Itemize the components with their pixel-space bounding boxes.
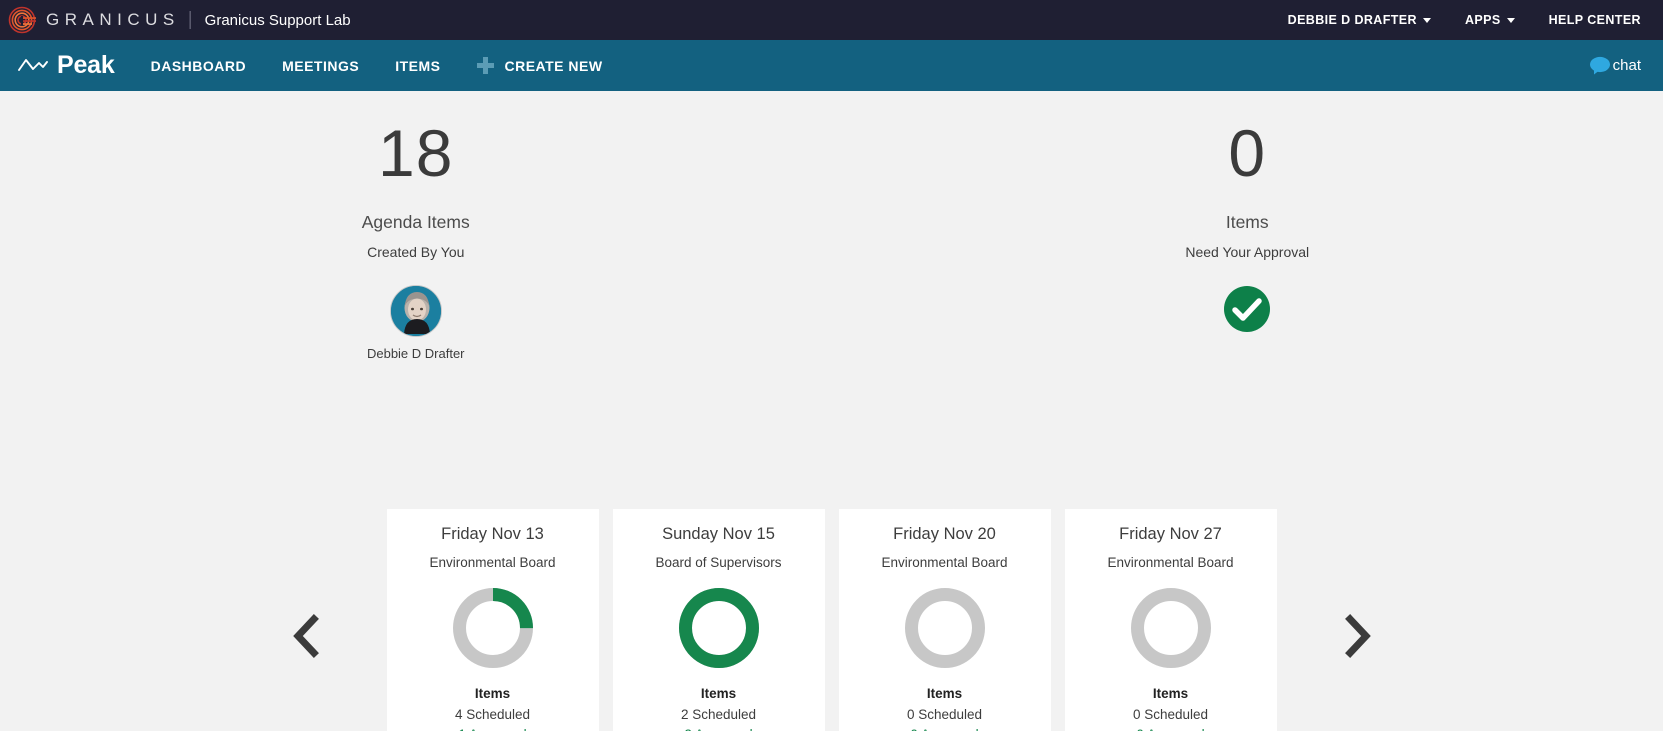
nav-item-create-new-label: CREATE NEW <box>504 57 603 74</box>
meeting-card[interactable]: Friday Nov 20 Environmental Board Items 0 S… <box>838 509 1051 731</box>
nav-item-items-label: ITEMS <box>395 57 441 74</box>
meeting-card-items-title: Items <box>700 686 737 701</box>
approval-donut-chart <box>1127 584 1215 672</box>
summary-stats: 18 Agenda Items Created By You Debbie D … <box>0 91 1663 361</box>
chat-label: chat <box>1612 57 1641 74</box>
meeting-card-scheduled: 2 Scheduled <box>680 707 757 722</box>
meeting-card-scheduled: 0 Scheduled <box>1132 707 1209 722</box>
stat-sublabel: Created By You <box>367 244 465 260</box>
dashboard-main: 18 Agenda Items Created By You Debbie D … <box>0 91 1663 731</box>
approval-donut-chart <box>675 584 763 672</box>
apps-menu[interactable]: APPS <box>1465 13 1515 27</box>
meeting-card-approved: 0 Approved <box>1136 727 1204 731</box>
peak-logo-text: Peak <box>57 51 115 79</box>
stat-items-need-approval: 0 Items Need Your Approval <box>832 120 1663 361</box>
stat-number: 0 <box>1228 116 1267 190</box>
brand-name: GRANICUS <box>46 10 180 29</box>
user-menu-debbie-d-drafter[interactable]: DEBBIE D DRAFTER <box>1288 13 1431 27</box>
chevron-down-icon <box>1422 17 1431 23</box>
brand: GRANICUS | Granicus Support Lab <box>8 5 351 35</box>
chevron-left-icon <box>292 613 322 663</box>
meeting-card-items-title: Items <box>1152 686 1189 701</box>
stat-figure: Debbie D Drafter <box>367 285 465 361</box>
stat-agenda-items-created: 18 Agenda Items Created By You Debbie D … <box>0 120 832 361</box>
nav-item-meetings-label: MEETINGS <box>282 57 360 74</box>
chevron-down-icon <box>1506 17 1515 23</box>
help-center-link[interactable]: HELP CENTER <box>1549 13 1641 27</box>
meeting-card-items-title: Items <box>926 686 963 701</box>
stat-label: Agenda Items <box>361 212 470 232</box>
peak-zigzag-icon <box>18 56 48 76</box>
meeting-card-date: Friday Nov 27 <box>1119 525 1222 543</box>
brand-separator: | <box>187 9 193 30</box>
chat-button[interactable]: chat <box>1589 56 1641 75</box>
granicus-g-icon <box>8 5 38 35</box>
stat-figure <box>1223 285 1271 333</box>
meeting-card-body: Environmental Board <box>429 555 556 570</box>
top-utility-links: DEBBIE D DRAFTER APPS HELP CENTER <box>1288 13 1641 27</box>
brand-subtitle: Granicus Support Lab <box>204 11 351 29</box>
meetings-carousel: Friday Nov 13 Environmental Board Items 4 S… <box>0 509 1663 731</box>
meeting-card-body: Environmental Board <box>881 555 1008 570</box>
stat-label: Items <box>1225 212 1269 232</box>
meeting-card-date: Sunday Nov 15 <box>662 525 775 543</box>
help-center-label: HELP CENTER <box>1548 13 1641 27</box>
meeting-card[interactable]: Sunday Nov 15 Board of Supervisors Items 2 … <box>612 509 825 731</box>
approval-donut-chart <box>449 584 537 672</box>
avatar-name: Debbie D Drafter <box>366 346 465 361</box>
meeting-card-date: Friday Nov 13 <box>441 525 544 543</box>
carousel-next-button[interactable] <box>1335 610 1379 666</box>
user-menu-label: DEBBIE D DRAFTER <box>1287 13 1417 27</box>
stat-number: 18 <box>378 116 454 190</box>
carousel-prev-button[interactable] <box>285 610 329 666</box>
avatar <box>389 285 442 337</box>
chevron-right-icon <box>1342 613 1372 663</box>
stat-sublabel: Need Your Approval <box>1185 244 1310 260</box>
approval-donut-chart <box>901 584 989 672</box>
meeting-card-body: Environmental Board <box>1107 555 1234 570</box>
main-navigation-bar: Peak DASHBOARD MEETINGS ITEMS CREATE NEW… <box>0 40 1663 91</box>
nav-item-meetings[interactable]: MEETINGS <box>282 58 359 74</box>
nav-item-items[interactable]: ITEMS <box>395 58 440 74</box>
peak-logo[interactable]: Peak <box>18 51 115 80</box>
meeting-card-scheduled: 0 Scheduled <box>906 707 983 722</box>
meeting-card-items-title: Items <box>474 686 511 701</box>
apps-menu-label: APPS <box>1464 13 1501 27</box>
meeting-card-date: Friday Nov 20 <box>893 525 996 543</box>
meeting-card[interactable]: Friday Nov 27 Environmental Board Items 0 S… <box>1064 509 1277 731</box>
top-utility-bar: GRANICUS | Granicus Support Lab DEBBIE D… <box>0 0 1663 40</box>
meeting-card-approved: 1 Approved <box>458 727 526 731</box>
plus-icon <box>476 57 494 74</box>
meeting-card-approved: 0 Approved <box>910 727 978 731</box>
nav-item-dashboard-label: DASHBOARD <box>150 57 247 74</box>
nav-item-dashboard[interactable]: DASHBOARD <box>151 58 247 74</box>
nav-item-create-new[interactable]: CREATE NEW <box>476 57 603 74</box>
chat-bubble-icon <box>1589 56 1611 75</box>
meeting-card-list: Friday Nov 13 Environmental Board Items 4 S… <box>386 509 1277 731</box>
check-circle-icon <box>1223 285 1271 333</box>
meeting-card-scheduled: 4 Scheduled <box>454 707 531 722</box>
meeting-card-body: Board of Supervisors <box>655 555 782 570</box>
meeting-card-approved: 2 Approved <box>684 727 752 731</box>
meeting-card[interactable]: Friday Nov 13 Environmental Board Items 4 S… <box>386 509 599 731</box>
